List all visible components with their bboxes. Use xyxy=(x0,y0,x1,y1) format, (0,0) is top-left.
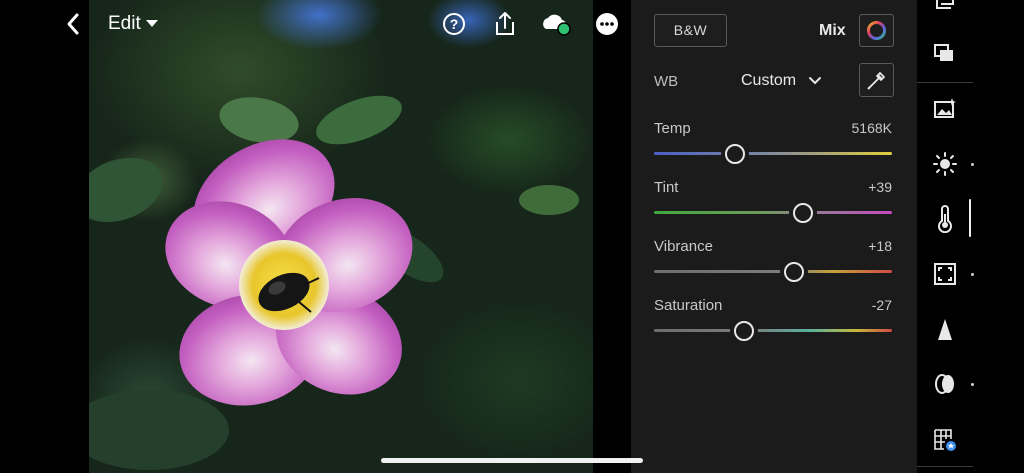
edit-mode-label: Edit xyxy=(108,13,141,34)
flower-image xyxy=(89,95,579,470)
saturation-slider: Saturation -27 xyxy=(654,297,892,343)
tint-slider: Tint +39 xyxy=(654,179,892,225)
versions-icon[interactable] xyxy=(931,40,959,68)
slider-track[interactable] xyxy=(654,329,892,332)
tool-strip xyxy=(917,0,1024,473)
svg-text:?: ? xyxy=(450,16,459,32)
slider-label: Vibrance xyxy=(654,238,713,255)
edit-mode-dropdown[interactable]: Edit xyxy=(108,13,158,35)
effects-icon[interactable] xyxy=(931,260,959,288)
back-chevron-icon[interactable] xyxy=(66,12,86,38)
sync-status-dot xyxy=(557,22,571,36)
color-edit-panel: B&W Mix WB Custom Temp 5168K Tint +39 Vi… xyxy=(631,0,917,473)
slider-track[interactable] xyxy=(654,211,892,214)
slider-thumb[interactable] xyxy=(734,321,755,341)
color-mix-button[interactable] xyxy=(859,14,894,47)
share-icon[interactable] xyxy=(492,11,518,37)
submenu-dot xyxy=(971,273,974,276)
active-tool-indicator xyxy=(969,199,971,237)
slider-label: Tint xyxy=(654,179,679,196)
slider-track[interactable] xyxy=(654,152,892,155)
crop-rotate-icon[interactable] xyxy=(931,0,959,18)
wb-eyedropper-button[interactable] xyxy=(859,63,894,97)
bw-button[interactable]: B&W xyxy=(654,14,727,47)
cloud-sync-icon[interactable] xyxy=(540,11,574,37)
slider-thumb[interactable] xyxy=(724,144,745,164)
wb-label: WB xyxy=(654,73,679,90)
slider-thumb[interactable] xyxy=(792,203,813,223)
auto-enhance-icon[interactable] xyxy=(931,95,959,123)
mix-label[interactable]: Mix xyxy=(819,22,846,40)
temp-slider: Temp 5168K xyxy=(654,120,892,166)
slider-value: -27 xyxy=(871,297,892,313)
slider-value: +39 xyxy=(868,179,892,195)
help-icon[interactable]: ? xyxy=(441,11,467,37)
slider-label: Temp xyxy=(654,120,691,137)
tool-divider xyxy=(917,466,973,467)
eyedropper-icon xyxy=(867,72,885,90)
submenu-dot xyxy=(971,163,974,166)
optics-icon[interactable] xyxy=(931,370,959,398)
tool-divider xyxy=(917,82,973,83)
detail-icon[interactable] xyxy=(931,316,959,344)
slider-value: 5168K xyxy=(851,120,892,136)
photo-canvas[interactable] xyxy=(89,0,593,473)
slider-value: +18 xyxy=(868,238,892,254)
wb-preset-dropdown[interactable]: Custom xyxy=(741,72,796,90)
top-toolbar: Edit ? xyxy=(60,10,630,40)
vibrance-slider: Vibrance +18 xyxy=(654,238,892,284)
light-icon[interactable] xyxy=(931,150,959,178)
color-icon[interactable] xyxy=(931,205,959,234)
caret-down-icon xyxy=(145,20,158,28)
more-icon[interactable] xyxy=(594,11,620,37)
slider-thumb[interactable] xyxy=(784,262,805,282)
slider-track[interactable] xyxy=(654,270,892,273)
geometry-icon[interactable] xyxy=(931,425,959,453)
slider-label: Saturation xyxy=(654,297,723,314)
chevron-down-icon[interactable] xyxy=(808,74,822,88)
submenu-dot xyxy=(971,383,974,386)
home-indicator[interactable] xyxy=(381,458,643,463)
color-wheel-icon xyxy=(867,21,886,40)
